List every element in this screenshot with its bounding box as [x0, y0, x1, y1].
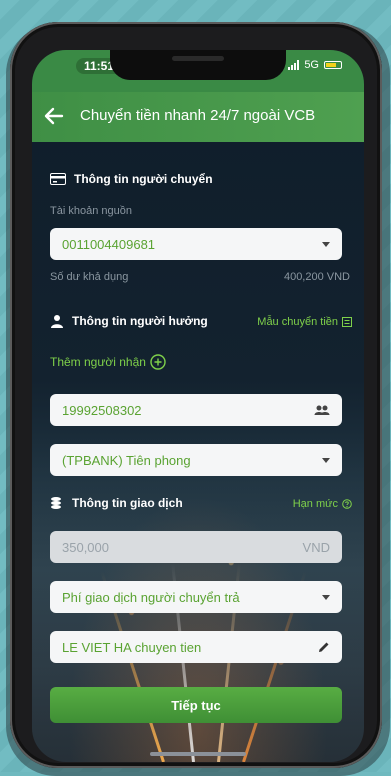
- coins-icon: [51, 497, 61, 509]
- add-recipient-button[interactable]: Thêm người nhận: [50, 354, 166, 370]
- fee-option-value: Phí giao dịch người chuyển trả: [62, 589, 240, 605]
- source-account-value: 0011004409681: [62, 236, 156, 252]
- bank-value: (TPBANK) Tiên phong: [62, 452, 191, 468]
- app-header: Chuyển tiền nhanh 24/7 ngoài VCB: [32, 92, 364, 142]
- account-number-field[interactable]: 19992508302: [50, 394, 342, 426]
- signal-icon: [288, 60, 300, 70]
- sender-section-title: Thông tin người chuyển: [74, 172, 213, 186]
- home-indicator: [150, 752, 246, 756]
- limit-link-label: Hạn mức: [292, 498, 338, 510]
- chevron-down-icon: [322, 241, 330, 247]
- template-link[interactable]: Mẫu chuyển tiền: [257, 316, 352, 328]
- template-link-label: Mẫu chuyển tiền: [257, 316, 338, 328]
- bank-select[interactable]: (TPBANK) Tiên phong: [50, 444, 342, 476]
- network-type: 5G: [304, 59, 319, 71]
- currency-label: VND: [302, 539, 330, 555]
- amount-field[interactable]: 350,000 VND: [50, 531, 342, 563]
- continue-button[interactable]: Tiếp tục: [50, 687, 342, 723]
- contacts-icon[interactable]: [314, 404, 330, 416]
- source-account-select[interactable]: 0011004409681: [50, 228, 342, 260]
- source-account-label: Tài khoản nguồn: [50, 205, 132, 217]
- transfer-content-value: LE VIET HA chuyen tien: [62, 639, 202, 655]
- add-recipient-label: Thêm người nhận: [50, 355, 146, 369]
- amount-value: 350,000: [62, 539, 109, 555]
- sender-section-header: Thông tin người chuyển: [50, 172, 213, 186]
- battery-icon: [324, 61, 342, 69]
- back-arrow-icon[interactable]: [42, 105, 66, 127]
- phone-notch: [110, 50, 286, 80]
- transfer-content-field[interactable]: LE VIET HA chuyen tien: [50, 631, 342, 663]
- receiver-section-title: Thông tin người hưởng: [72, 314, 208, 328]
- transaction-section-header: Thông tin giao dịch: [50, 496, 183, 510]
- plus-circle-icon: [150, 354, 166, 370]
- transaction-section-title: Thông tin giao dịch: [72, 496, 183, 510]
- status-indicators: 5G: [288, 59, 342, 71]
- list-icon: [342, 317, 352, 327]
- help-icon: [342, 499, 352, 509]
- chevron-down-icon: [322, 594, 330, 600]
- chevron-down-icon: [322, 457, 330, 463]
- limit-link[interactable]: Hạn mức: [293, 498, 352, 510]
- page-title: Chuyển tiền nhanh 24/7 ngoài VCB: [80, 107, 316, 124]
- account-number-value: 19992508302: [62, 402, 142, 418]
- person-icon: [51, 315, 63, 328]
- fee-option-select[interactable]: Phí giao dịch người chuyển trả: [50, 581, 342, 613]
- card-icon: [50, 173, 66, 185]
- app-screen: 11:51 5G Chuyển tiền nhanh 24/7 ngoài VC…: [32, 50, 364, 762]
- receiver-section-header: Thông tin người hưởng: [50, 314, 208, 328]
- pencil-icon[interactable]: [318, 641, 330, 653]
- balance-label: Số dư khả dụng: [50, 271, 129, 283]
- phone-frame: 11:51 5G Chuyển tiền nhanh 24/7 ngoài VC…: [10, 22, 382, 768]
- balance-value: 400,200 VND: [283, 271, 350, 283]
